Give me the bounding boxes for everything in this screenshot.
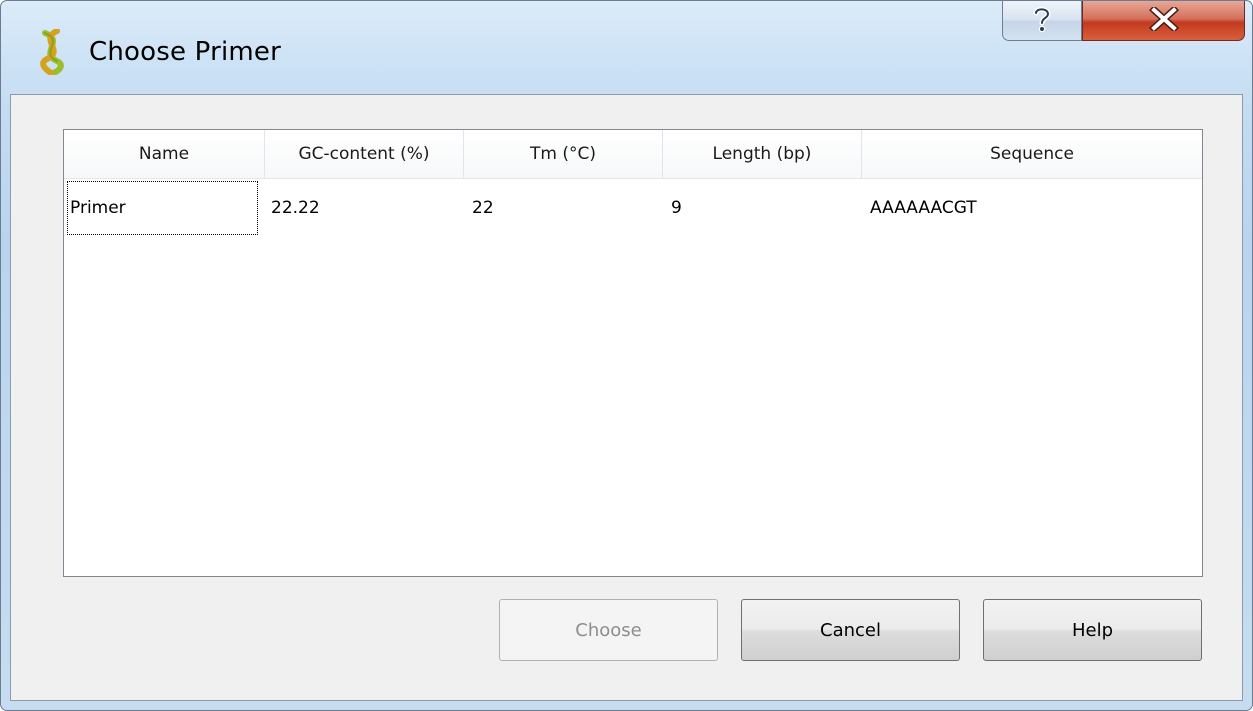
cell-gc-content[interactable]: 22.22	[261, 178, 462, 238]
column-header-name[interactable]: Name	[64, 130, 265, 178]
cancel-button[interactable]: Cancel	[741, 599, 960, 661]
close-button[interactable]	[1082, 1, 1245, 41]
question-mark-icon	[1030, 5, 1054, 37]
choose-button[interactable]: Choose	[499, 599, 718, 661]
choose-primer-dialog: Choose Primer Name GC-content (%) Tm (°C…	[0, 0, 1253, 711]
column-header-gc-content[interactable]: GC-content (%)	[265, 130, 464, 178]
cell-name[interactable]: Primer	[64, 178, 261, 238]
close-icon	[1148, 4, 1179, 35]
help-button[interactable]: Help	[983, 599, 1202, 661]
dialog-body: Name GC-content (%) Tm (°C) Length (bp) …	[10, 94, 1243, 701]
dialog-title: Choose Primer	[89, 37, 282, 67]
cell-length[interactable]: 9	[661, 178, 860, 238]
column-header-length[interactable]: Length (bp)	[663, 130, 862, 178]
primer-table[interactable]: Name GC-content (%) Tm (°C) Length (bp) …	[63, 129, 1203, 577]
title-bar[interactable]: Choose Primer	[1, 1, 1252, 93]
cell-tm[interactable]: 22	[462, 178, 661, 238]
context-help-button[interactable]	[1002, 1, 1082, 41]
dna-helix-icon	[35, 28, 77, 76]
table-header: Name GC-content (%) Tm (°C) Length (bp) …	[64, 130, 1202, 179]
column-header-tm[interactable]: Tm (°C)	[464, 130, 663, 178]
cell-sequence[interactable]: AAAAAACGT	[860, 178, 1200, 238]
column-header-sequence[interactable]: Sequence	[862, 130, 1202, 178]
table-row[interactable]: Primer 22.22 22 9 AAAAAACGT	[64, 178, 1202, 238]
